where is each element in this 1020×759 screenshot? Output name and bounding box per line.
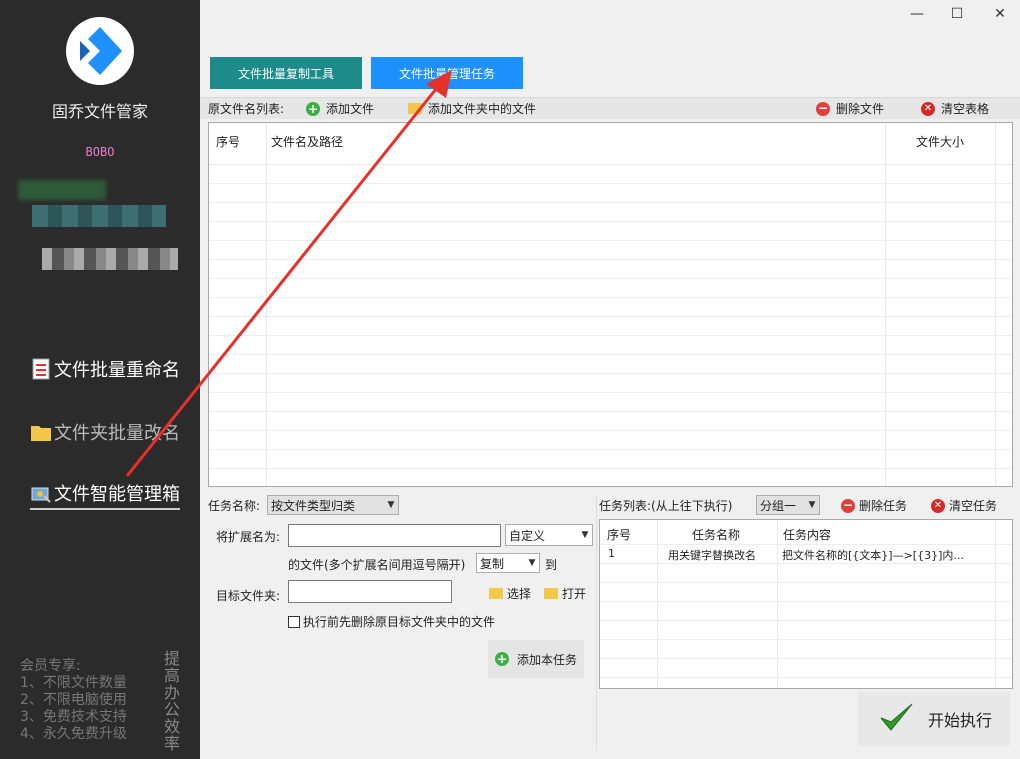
- sidebar: 固乔文件管家 BOBO 文件批量重命名 文件夹批量改名 文件智能管理箱 会员专享…: [0, 0, 200, 759]
- maximize-button[interactable]: ☐: [947, 6, 967, 22]
- task-type-value: 按文件类型归类: [271, 498, 356, 513]
- task-table[interactable]: 序号 任务名称 任务内容 1 用关键字替换改名 把文件名称的[{文本}]—>[{…: [599, 519, 1013, 689]
- member-benefits: 会员专享: 1、不限文件数量 2、不限电脑使用 3、免费技术支持 4、永久免费升…: [20, 658, 127, 743]
- delete-before-checkbox[interactable]: 执行前先删除原目标文件夹中的文件: [288, 613, 495, 630]
- sidebar-item-rename[interactable]: 文件批量重命名: [30, 356, 180, 382]
- checkbox-label: 执行前先删除原目标文件夹中的文件: [303, 615, 496, 629]
- add-icon: +: [494, 652, 509, 666]
- choose-label: 选择: [507, 587, 532, 601]
- checkbox-box[interactable]: [288, 615, 300, 628]
- file-table[interactable]: 序号 文件名及路径 文件大小: [208, 122, 1013, 487]
- chevron-down-icon: ▼: [808, 500, 816, 510]
- group-value: 分组一: [760, 498, 797, 513]
- ext-input[interactable]: [288, 524, 501, 547]
- ext-mode-select[interactable]: 自定义 ▼: [505, 524, 593, 546]
- checkmark-icon: [878, 700, 914, 738]
- column-header[interactable]: 序号: [607, 526, 631, 543]
- task-name: 用关键字替换改名: [668, 549, 756, 562]
- task-list-title: 任务列表:(从上往下执行): [599, 499, 733, 513]
- member-item: 1、不限文件数量: [20, 675, 127, 691]
- column-header[interactable]: 序号: [216, 133, 240, 150]
- add-file-button[interactable]: + 添加文件: [306, 100, 374, 117]
- member-item: 2、不限电脑使用: [20, 692, 127, 708]
- table-row[interactable]: 1 用关键字替换改名 把文件名称的[{文本}]—>[{3}]内...: [600, 545, 1012, 564]
- group-select[interactable]: 分组一 ▼: [756, 495, 820, 515]
- chevron-down-icon: ▼: [581, 530, 589, 540]
- member-item: 4、永久免费升级: [20, 726, 127, 742]
- minus-icon: −: [841, 497, 855, 513]
- clear-tasks-button[interactable]: ✕ 清空任务: [931, 497, 997, 514]
- column-header[interactable]: 文件名及路径: [271, 133, 343, 150]
- tab-batch-copy[interactable]: 文件批量复制工具: [210, 57, 362, 89]
- document-icon: [30, 358, 52, 380]
- member-title: 会员专享:: [20, 658, 81, 674]
- chevron-down-icon: ▼: [387, 500, 395, 510]
- clear-table-label: 清空表格: [941, 102, 990, 116]
- delete-task-label: 删除任务: [859, 499, 908, 513]
- task-type-select[interactable]: 按文件类型归类 ▼: [267, 495, 399, 515]
- add-task-label: 添加本任务: [516, 652, 577, 667]
- tab-batch-manage[interactable]: 文件批量管理任务: [371, 57, 523, 89]
- target-folder-label: 目标文件夹:: [216, 589, 281, 603]
- app-logo: [66, 17, 134, 85]
- column-header[interactable]: 文件大小: [916, 133, 964, 150]
- delete-file-label: 删除文件: [836, 102, 885, 116]
- close-icon: ✕: [921, 101, 935, 116]
- task-name-label: 任务名称:: [208, 499, 261, 513]
- file-toolbar: 原文件名列表: + 添加文件 添加文件夹中的文件 − 删除文件 ✕ 清空表格: [200, 97, 1020, 119]
- clear-table-button[interactable]: ✕ 清空表格: [921, 100, 989, 117]
- ext-mode-value: 自定义: [509, 528, 546, 543]
- column-header[interactable]: 任务名称: [692, 526, 740, 543]
- folder-icon: [489, 588, 503, 599]
- app-name: 固乔文件管家: [51, 102, 148, 121]
- divider: [596, 496, 597, 751]
- blurred-area: [18, 180, 106, 200]
- start-label: 开始执行: [928, 711, 993, 730]
- target-folder-input[interactable]: [288, 580, 452, 603]
- column-header[interactable]: 任务内容: [783, 526, 831, 543]
- to-label: 到: [545, 558, 558, 572]
- blurred-area: [32, 205, 166, 227]
- clear-tasks-label: 清空任务: [949, 499, 998, 513]
- add-task-button[interactable]: + 添加本任务: [488, 640, 584, 678]
- add-file-label: 添加文件: [326, 102, 375, 116]
- folder-icon: [408, 103, 422, 114]
- task-content: 把文件名称的[{文本}]—>[{3}]内...: [782, 549, 964, 562]
- member-item: 3、免费技术支持: [20, 709, 127, 725]
- sidebar-item-label: 文件批量重命名: [54, 360, 180, 381]
- sidebar-item-label: 文件智能管理箱: [54, 484, 180, 505]
- delete-file-button[interactable]: − 删除文件: [816, 100, 884, 117]
- choose-folder-button[interactable]: 选择: [489, 585, 531, 602]
- open-label: 打开: [562, 587, 587, 601]
- open-folder-button[interactable]: 打开: [544, 585, 586, 602]
- sidebar-item-label: 文件夹批量改名: [54, 423, 180, 444]
- task-no: 1: [608, 547, 615, 560]
- sidebar-item-folder-rename[interactable]: 文件夹批量改名: [30, 419, 180, 445]
- close-button[interactable]: ✕: [990, 6, 1010, 22]
- ext-hint: 的文件(多个扩展名间用逗号隔开): [288, 558, 466, 572]
- add-folder-files-button[interactable]: 添加文件夹中的文件: [408, 100, 536, 117]
- delete-task-button[interactable]: − 删除任务: [841, 497, 907, 514]
- minus-icon: −: [816, 100, 830, 116]
- blurred-area: [42, 248, 178, 270]
- start-button[interactable]: 开始执行: [858, 692, 1010, 746]
- add-folder-files-label: 添加文件夹中的文件: [428, 102, 537, 116]
- action-select[interactable]: 复制 ▼: [476, 553, 540, 573]
- user-name: BOBO: [85, 145, 115, 159]
- sidebar-item-smart-box[interactable]: 文件智能管理箱: [30, 480, 180, 510]
- chevron-down-icon: ▼: [528, 558, 536, 568]
- folder-open-icon: [544, 588, 558, 599]
- minimize-button[interactable]: —: [907, 6, 927, 22]
- close-icon: ✕: [931, 498, 945, 513]
- ext-label: 将扩展名为:: [216, 530, 281, 544]
- action-value: 复制: [480, 556, 505, 571]
- file-list-title: 原文件名列表:: [208, 102, 285, 116]
- toolbox-icon: [30, 482, 52, 504]
- folder-icon: [30, 421, 52, 443]
- add-icon: +: [306, 101, 320, 116]
- slogan: 提高办公效率: [164, 649, 181, 753]
